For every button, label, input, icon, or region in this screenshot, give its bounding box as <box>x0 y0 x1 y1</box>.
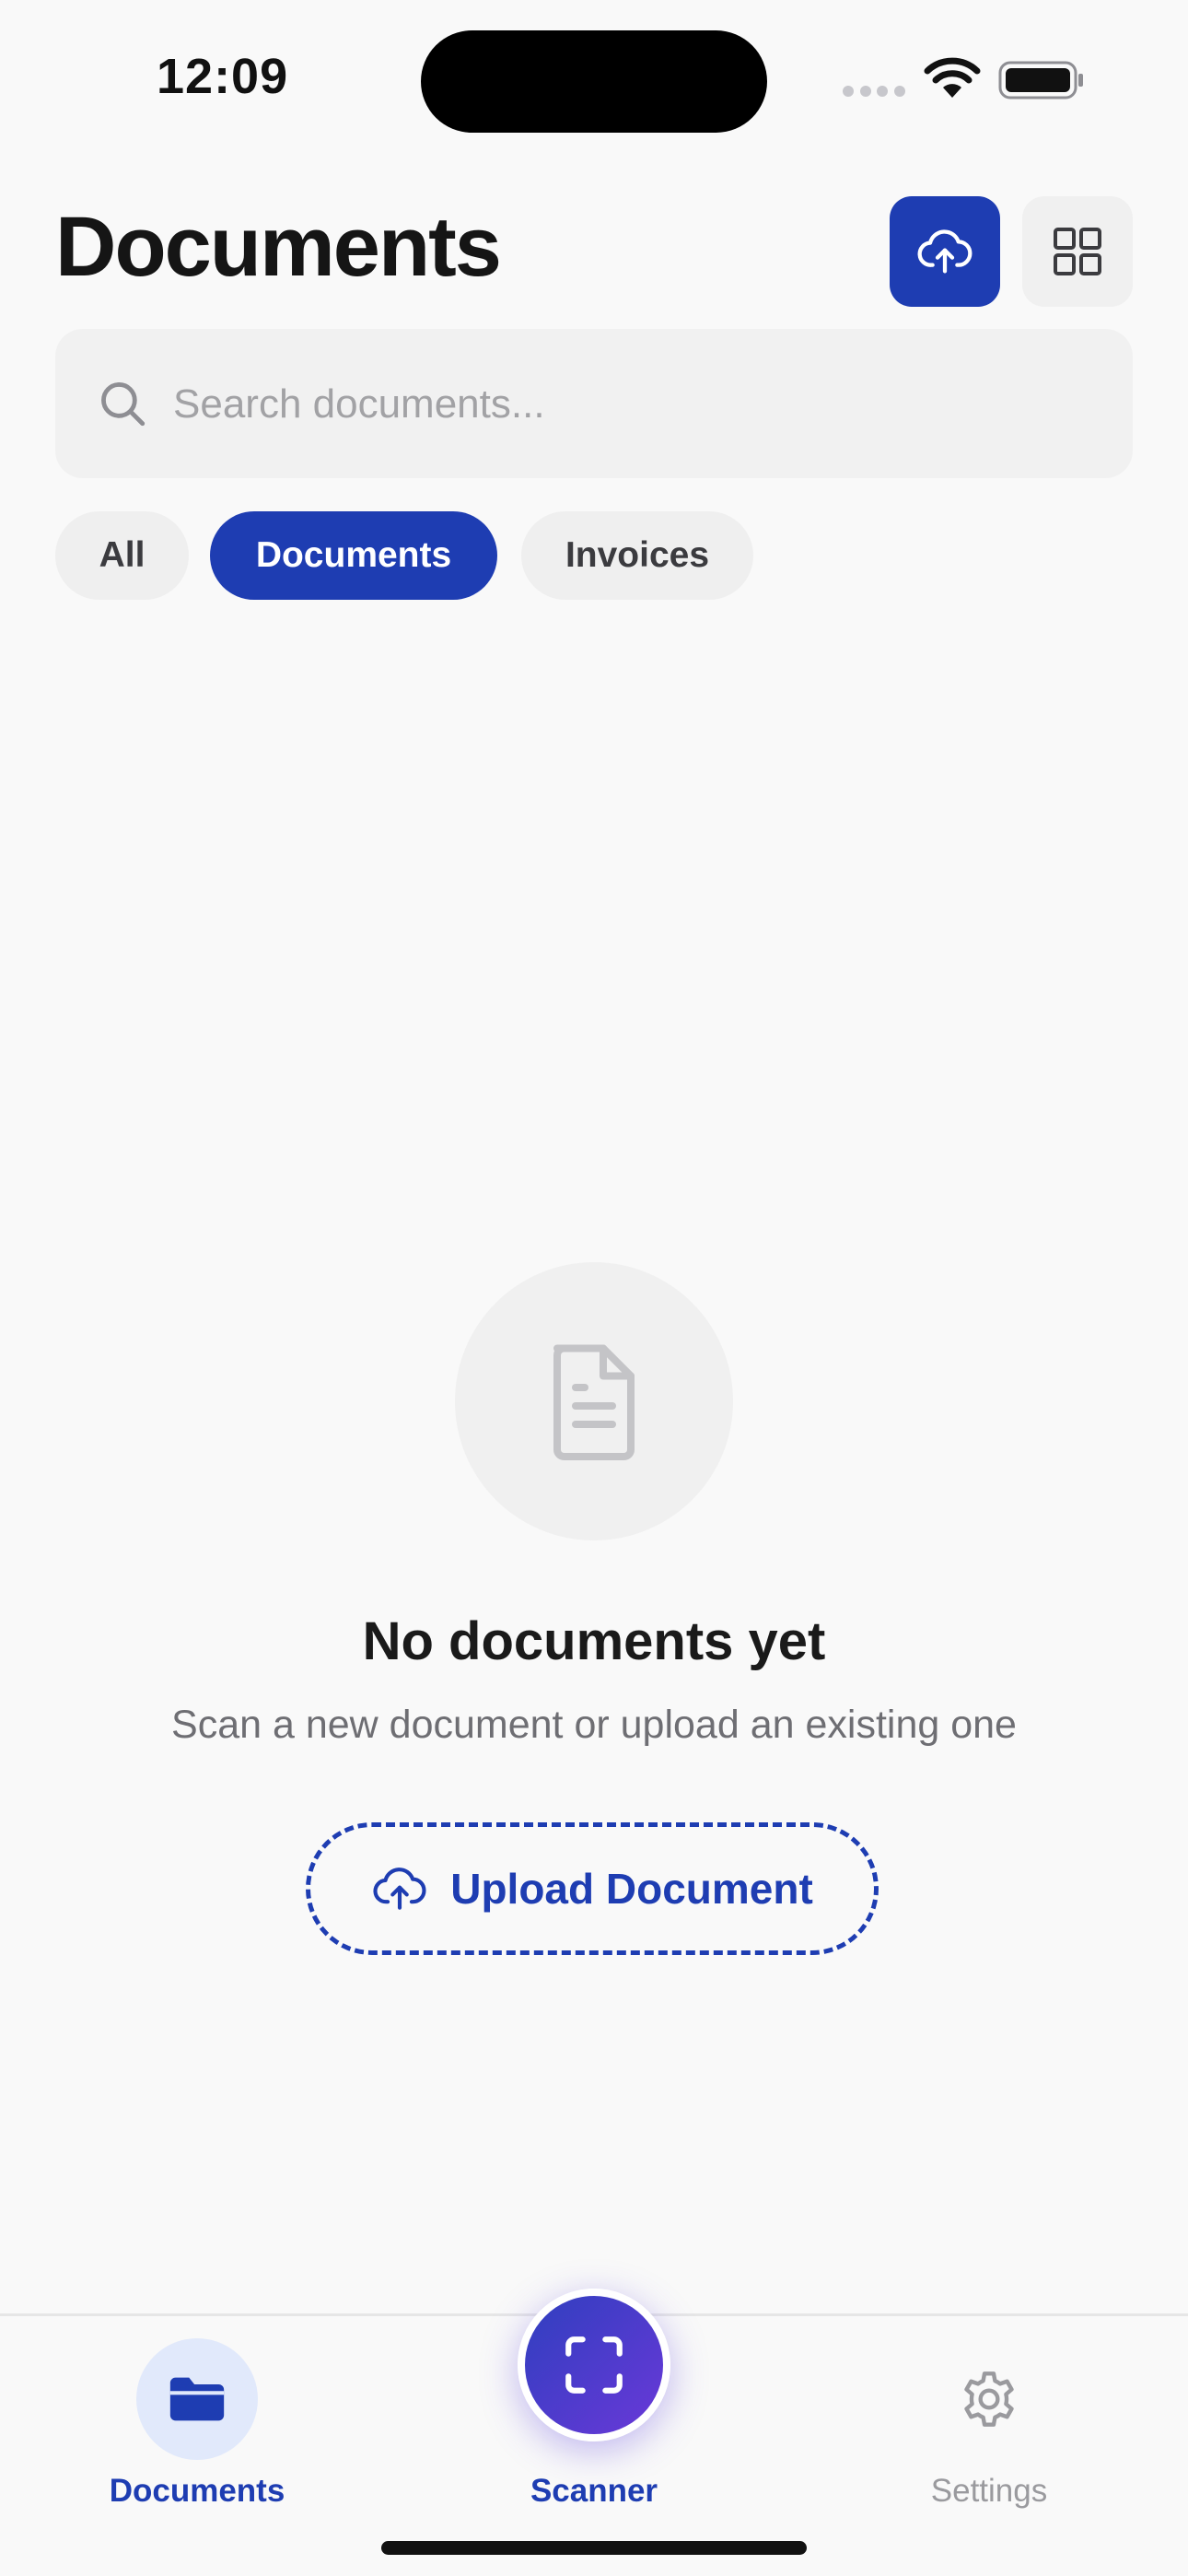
search-input[interactable] <box>171 366 1096 443</box>
tab-documents[interactable]: Documents <box>59 2316 335 2537</box>
search-icon <box>101 382 146 427</box>
wifi-icon <box>924 57 981 98</box>
tab-label: Settings <box>930 2473 1048 2509</box>
page-title: Documents <box>55 200 502 294</box>
filter-chip-documents[interactable]: Documents <box>210 511 497 600</box>
grid-icon <box>1054 228 1101 275</box>
empty-state-title: No documents yet <box>362 1611 826 1671</box>
filter-chip-invoices[interactable]: Invoices <box>521 511 753 600</box>
tab-label: Documents <box>109 2473 285 2509</box>
empty-state-subtitle: Scan a new document or upload an existin… <box>171 1703 1017 1747</box>
upload-button[interactable] <box>890 196 1000 307</box>
tab-label: Scanner <box>530 2473 658 2509</box>
filter-chip-label: Invoices <box>565 535 710 575</box>
document-icon <box>553 1344 635 1460</box>
screen: 12:09 Documents Search documents... All … <box>0 0 1188 2576</box>
filter-chip-all[interactable]: All <box>55 511 189 600</box>
filter-chip-label: Documents <box>255 535 452 575</box>
upload-document-label: Upload Document <box>450 1865 813 1913</box>
folder-icon <box>169 2377 225 2421</box>
cellular-signal-icon <box>843 86 905 97</box>
upload-document-button[interactable]: Upload Document <box>306 1822 879 1955</box>
filter-chip-label: All <box>99 535 146 575</box>
scan-icon <box>565 2336 623 2394</box>
scanner-button[interactable] <box>518 2289 670 2441</box>
dynamic-island <box>421 30 767 133</box>
empty-state-illustration <box>455 1262 733 1540</box>
status-time: 12:09 <box>157 49 289 104</box>
cloud-upload-icon <box>373 1868 426 1910</box>
tab-icon-background <box>928 2338 1050 2460</box>
search-bar[interactable] <box>55 329 1133 478</box>
cloud-upload-icon <box>917 229 973 274</box>
home-indicator <box>381 2541 807 2555</box>
tab-icon-background <box>136 2338 258 2460</box>
battery-icon <box>998 61 1083 100</box>
grid-view-button[interactable] <box>1022 196 1133 307</box>
tab-settings[interactable]: Settings <box>851 2316 1127 2537</box>
gear-icon <box>964 2371 1014 2427</box>
